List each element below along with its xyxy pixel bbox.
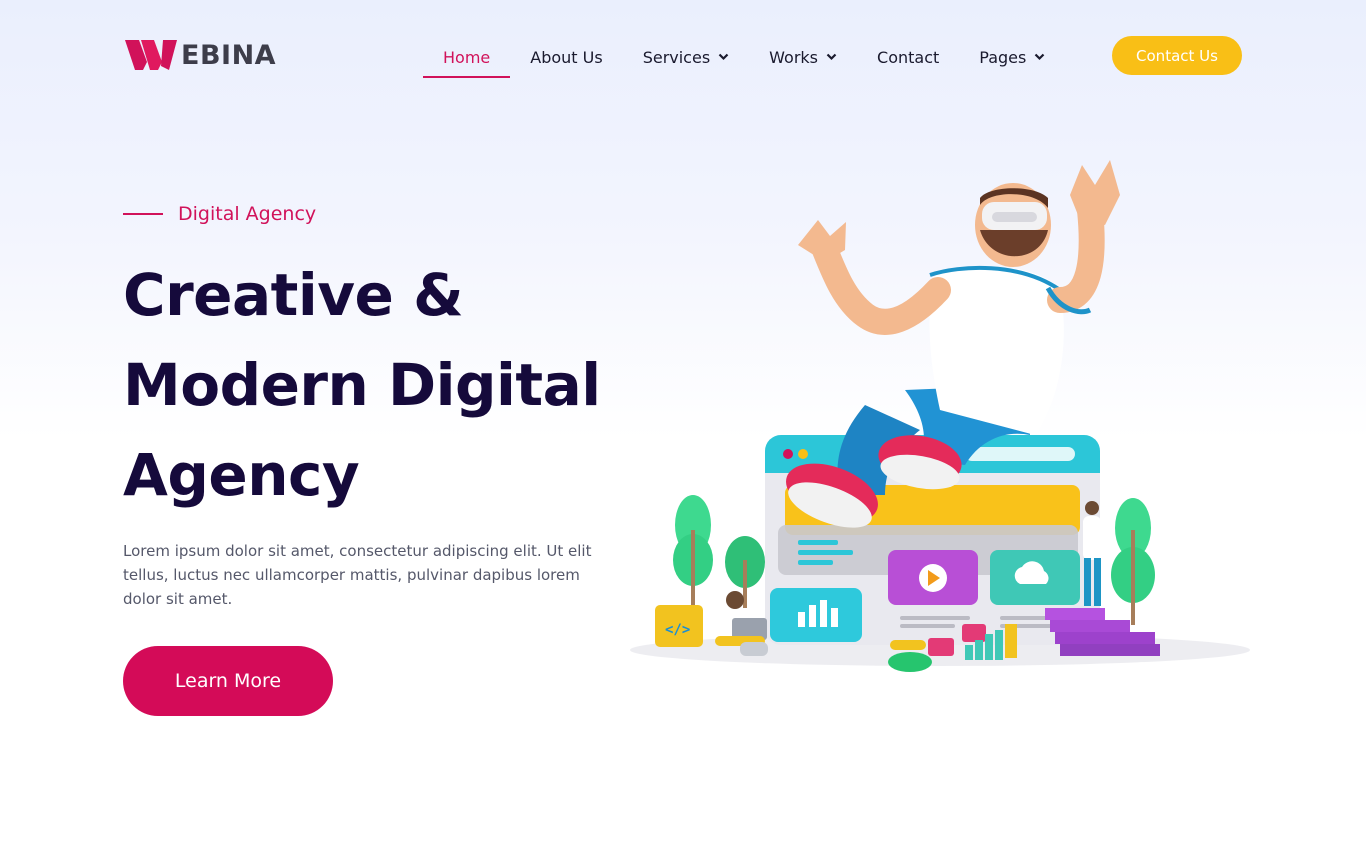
logo-text: EBINA <box>181 39 277 71</box>
logo-w-icon <box>125 40 177 70</box>
chevron-down-icon <box>826 53 837 61</box>
eyebrow-text: Digital Agency <box>178 203 317 225</box>
hero-title-line: Agency <box>123 441 360 509</box>
chevron-down-icon <box>1035 53 1045 61</box>
learn-more-button[interactable]: Learn More <box>123 646 333 716</box>
stairs-graphic <box>1045 608 1160 656</box>
nav-label: Contact <box>877 47 940 67</box>
nav-label: Pages <box>979 47 1027 67</box>
nav-item-contact[interactable]: Contact <box>857 36 959 78</box>
nav-item-works[interactable]: Works <box>749 36 857 78</box>
hero-illustration: </> <box>630 160 1250 672</box>
nav-item-services[interactable]: Services <box>623 36 749 78</box>
nav-item-pages[interactable]: Pages <box>959 36 1065 78</box>
main-nav: Home About Us Services Works Contact Pag… <box>423 36 1065 78</box>
contact-us-button[interactable]: Contact Us <box>1112 36 1242 75</box>
code-cube-graphic: </> <box>655 605 703 647</box>
hero-title-line: Modern Digital <box>123 351 601 419</box>
nav-label: About Us <box>530 47 603 67</box>
hero-title: Creative & Modern Digital Agency <box>123 250 643 520</box>
logo[interactable]: EBINA <box>123 36 276 74</box>
hero-title-line: Creative & <box>123 261 464 329</box>
nav-label: Services <box>642 47 711 67</box>
nav-item-home[interactable]: Home <box>423 36 511 78</box>
eyebrow-divider <box>123 213 163 215</box>
hero-eyebrow: Digital Agency <box>123 203 316 225</box>
nav-item-about-us[interactable]: About Us <box>510 36 622 78</box>
tree-graphic <box>673 495 713 605</box>
nav-label: Works <box>769 47 819 67</box>
chevron-down-icon <box>718 53 729 61</box>
hero-description: Lorem ipsum dolor sit amet, consectetur … <box>123 542 592 608</box>
tree-graphic <box>1111 498 1155 625</box>
svg-text:</>: </> <box>665 622 690 638</box>
chart-card-graphic <box>770 588 862 642</box>
nav-label: Home <box>443 47 491 67</box>
